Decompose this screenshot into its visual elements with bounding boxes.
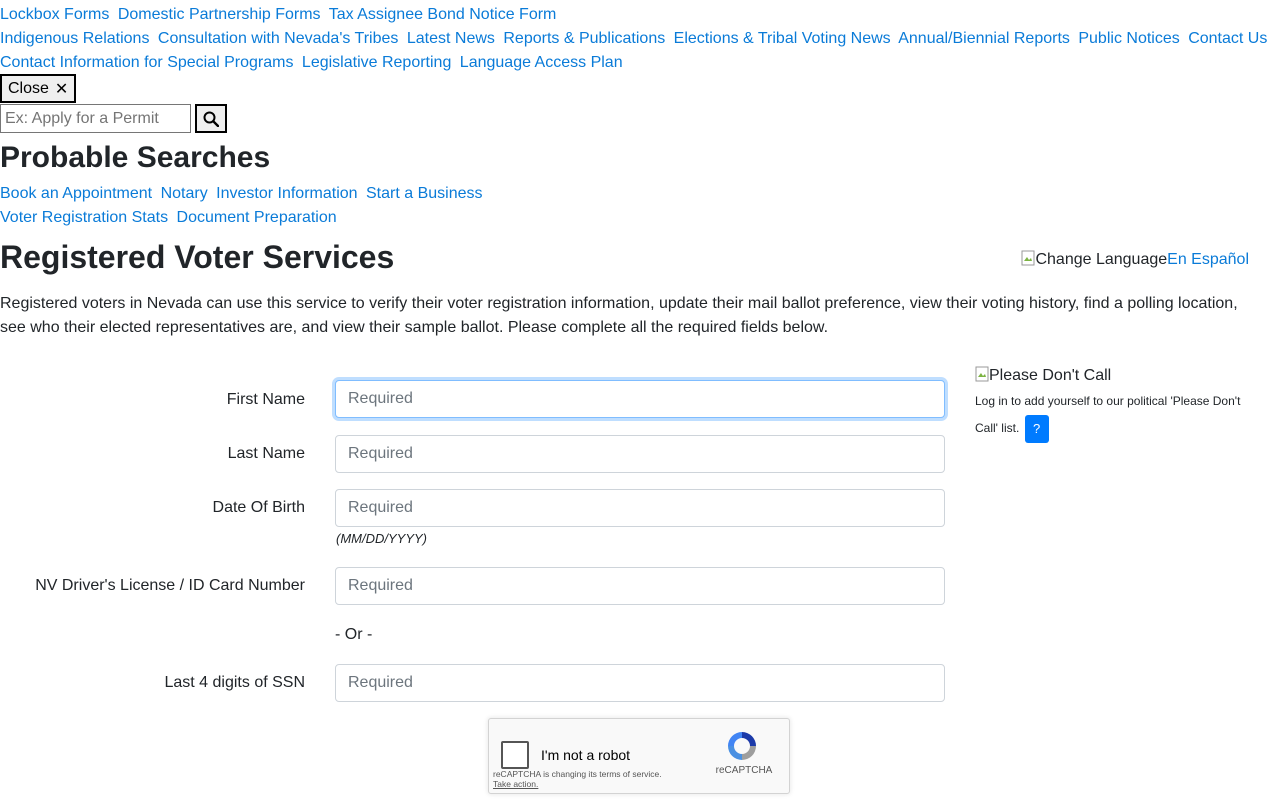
last-name-label: Last Name bbox=[227, 445, 305, 462]
nav-link[interactable]: Latest News bbox=[407, 30, 495, 47]
dont-call-image-alt-text: Please Don't Call bbox=[989, 367, 1112, 384]
close-icon: ✕ bbox=[54, 80, 69, 98]
broken-image-icon bbox=[1021, 250, 1035, 266]
nav-link[interactable]: Lockbox Forms bbox=[0, 6, 109, 23]
nav-link[interactable]: Annual/Biennial Reports bbox=[898, 30, 1070, 47]
nav-link[interactable]: Consultation with Nevada's Tribes bbox=[158, 30, 399, 47]
date-format-hint: (MM/DD/YYYY) bbox=[336, 531, 427, 546]
recaptcha-logo-icon bbox=[728, 732, 756, 760]
probable-searches-links: Book an Appointment Notary Investor Info… bbox=[0, 182, 487, 230]
recaptcha-checkbox[interactable] bbox=[501, 741, 529, 769]
probable-link[interactable]: Book an Appointment bbox=[0, 185, 152, 202]
dont-call-panel: Please Don't Call Log in to add yourself… bbox=[975, 366, 1255, 443]
nav-link[interactable]: Legislative Reporting bbox=[302, 54, 451, 71]
search-submit-button[interactable] bbox=[195, 104, 227, 133]
nav-row: Lockbox Forms Domestic Partnership Forms… bbox=[0, 3, 1270, 27]
nav-row: Indigenous Relations Consultation with N… bbox=[0, 27, 1270, 51]
dont-call-text: Log in to add yourself to our political … bbox=[975, 394, 1241, 436]
change-language-image-alt: Change Language bbox=[1035, 251, 1168, 268]
spanish-language-link[interactable]: En Español bbox=[1167, 251, 1249, 268]
nav-link[interactable]: Contact Information for Special Programs bbox=[0, 54, 293, 71]
probable-searches-heading: Probable Searches bbox=[0, 141, 271, 174]
language-switcher: Change LanguageEn Español bbox=[1021, 249, 1249, 271]
probable-link[interactable]: Document Preparation bbox=[177, 209, 337, 226]
nav-link[interactable]: Contact Us bbox=[1188, 30, 1267, 47]
site-search-input[interactable] bbox=[0, 104, 191, 133]
nav-link[interactable]: Indigenous Relations bbox=[0, 30, 149, 47]
nav-link[interactable]: Reports & Publications bbox=[503, 30, 665, 47]
nav-link[interactable]: Public Notices bbox=[1078, 30, 1179, 47]
last-name-field[interactable] bbox=[335, 435, 945, 473]
probable-row: Book an Appointment Notary Investor Info… bbox=[0, 182, 487, 206]
probable-row: Voter Registration Stats Document Prepar… bbox=[0, 206, 487, 230]
first-name-label: First Name bbox=[226, 391, 305, 408]
dont-call-image-alt: Please Don't Call bbox=[975, 366, 1255, 386]
recaptcha-label: I'm not a robot bbox=[541, 747, 631, 763]
nav-row: Contact Information for Special Programs… bbox=[0, 51, 1270, 75]
nav-link[interactable]: Language Access Plan bbox=[460, 54, 623, 71]
recaptcha-take-action-link[interactable]: Take action. bbox=[493, 779, 662, 789]
recaptcha-notice-text: reCAPTCHA is changing its terms of servi… bbox=[493, 769, 662, 779]
close-search-button[interactable]: Close ✕ bbox=[0, 74, 77, 103]
license-number-field[interactable] bbox=[335, 567, 945, 605]
probable-link[interactable]: Investor Information bbox=[216, 185, 357, 202]
service-description: Registered voters in Nevada can use this… bbox=[0, 295, 1238, 336]
broken-image-icon bbox=[975, 366, 989, 382]
nav-link[interactable]: Tax Assignee Bond Notice Form bbox=[329, 6, 557, 23]
search-icon bbox=[203, 111, 219, 127]
first-name-field[interactable] bbox=[335, 380, 945, 418]
or-separator: - Or - bbox=[335, 626, 373, 643]
recaptcha-notice: reCAPTCHA is changing its terms of servi… bbox=[493, 769, 662, 789]
probable-link[interactable]: Voter Registration Stats bbox=[0, 209, 168, 226]
site-nav-links: Lockbox Forms Domestic Partnership Forms… bbox=[0, 3, 1270, 75]
date-of-birth-label: Date Of Birth bbox=[212, 499, 305, 516]
probable-link[interactable]: Start a Business bbox=[366, 185, 483, 202]
ssn-field[interactable] bbox=[335, 664, 945, 702]
recaptcha-widget: I'm not a robot reCAPTCHA is changing it… bbox=[488, 718, 790, 794]
date-of-birth-field[interactable] bbox=[335, 489, 945, 527]
page-title: Registered Voter Services bbox=[0, 239, 395, 275]
dont-call-text-wrap: Log in to add yourself to our political … bbox=[975, 388, 1255, 443]
probable-link[interactable]: Notary bbox=[161, 185, 208, 202]
nav-link[interactable]: Elections & Tribal Voting News bbox=[674, 30, 891, 47]
nav-link[interactable]: Domestic Partnership Forms bbox=[118, 6, 321, 23]
dont-call-help-button[interactable]: ? bbox=[1024, 415, 1049, 443]
recaptcha-brand: reCAPTCHA bbox=[715, 765, 773, 776]
license-number-label: NV Driver's License / ID Card Number bbox=[35, 577, 305, 594]
ssn-label: Last 4 digits of SSN bbox=[164, 674, 305, 691]
close-label: Close bbox=[8, 79, 49, 97]
